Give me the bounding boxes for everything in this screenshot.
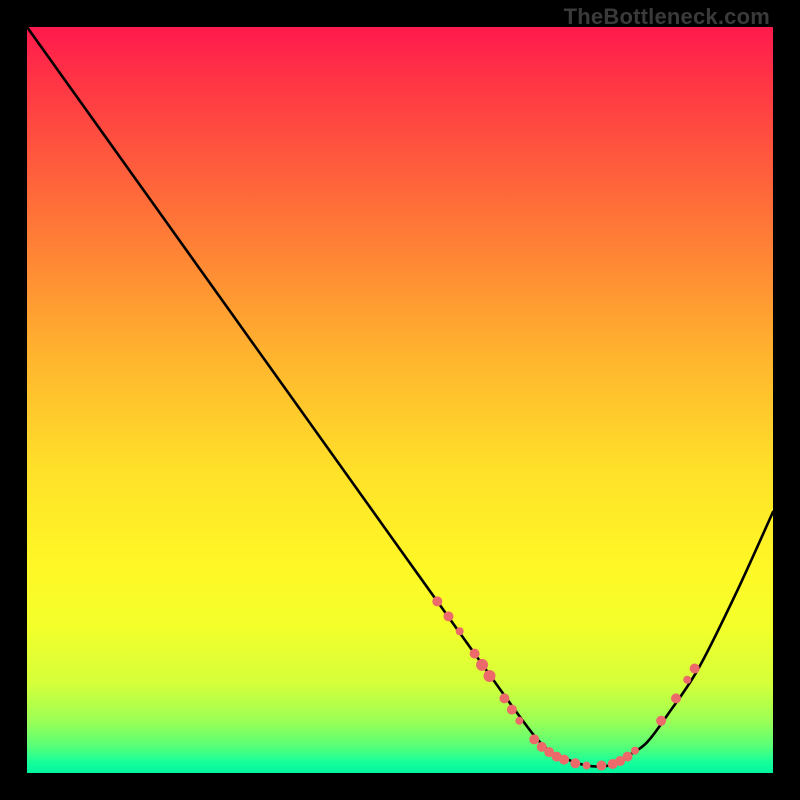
curve-marker bbox=[507, 705, 517, 715]
curve-marker bbox=[529, 734, 539, 744]
curve-marker bbox=[690, 664, 700, 674]
curve-marker bbox=[432, 596, 442, 606]
chart-frame: TheBottleneck.com bbox=[0, 0, 800, 800]
curve-marker bbox=[570, 758, 580, 768]
curve-marker bbox=[631, 747, 639, 755]
curve-marker bbox=[470, 649, 480, 659]
curve-marker bbox=[671, 693, 681, 703]
curve-marker bbox=[559, 755, 569, 765]
curve-marker bbox=[623, 752, 633, 762]
curve-marker bbox=[476, 659, 488, 671]
bottleneck-curve bbox=[27, 27, 773, 766]
curve-marker bbox=[456, 627, 464, 635]
curve-marker bbox=[596, 761, 606, 771]
curve-marker bbox=[583, 762, 591, 770]
curve-marker bbox=[484, 670, 496, 682]
curve-markers bbox=[432, 596, 699, 770]
curve-marker bbox=[515, 717, 523, 725]
plot-area bbox=[27, 27, 773, 773]
curve-marker bbox=[656, 716, 666, 726]
curve-marker bbox=[499, 693, 509, 703]
curve-marker bbox=[683, 676, 691, 684]
chart-svg bbox=[27, 27, 773, 773]
curve-marker bbox=[443, 611, 453, 621]
